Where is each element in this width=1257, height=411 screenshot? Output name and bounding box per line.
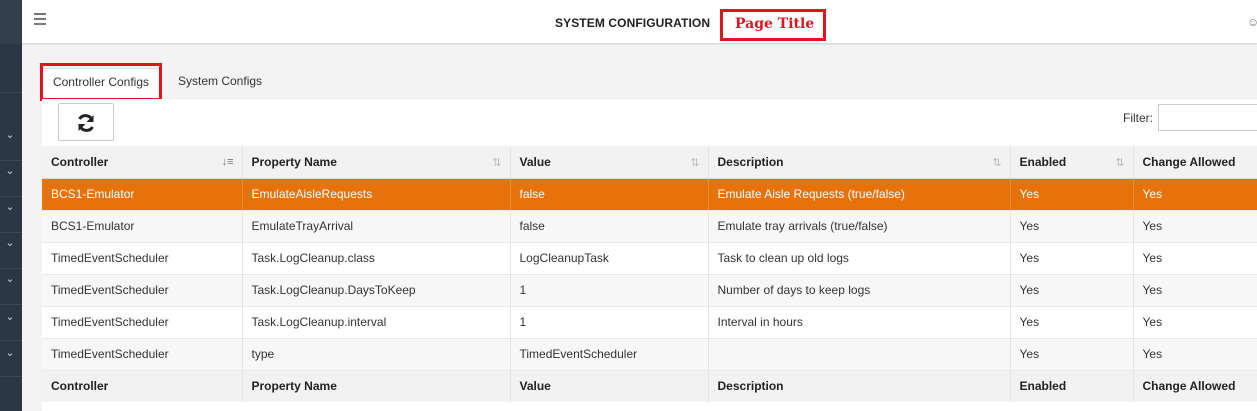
footer-controller: Controller [42, 369, 243, 402]
cell-value: false [510, 178, 709, 211]
table-header-row: Controller ↓≡ Property Name ⇅ Value ⇅ Descr… [42, 146, 1257, 179]
cell-enabled: Yes [1010, 242, 1134, 275]
chevron-down-icon[interactable]: ⌄ [3, 236, 17, 250]
footer-description: Description [708, 369, 1011, 402]
cell-value: false [510, 210, 709, 243]
sidebar-divider [0, 232, 22, 233]
sort-icon: ⇅ [690, 157, 700, 169]
cell-change-allowed: Yes [1133, 274, 1257, 307]
sidebar-divider [0, 304, 22, 305]
footer-property-name: Property Name [242, 369, 511, 402]
cell-controller: BCS1-Emulator [42, 210, 243, 243]
sort-icon: ⇅ [992, 157, 1002, 169]
sidebar-divider [0, 92, 22, 93]
sidebar-divider [0, 340, 22, 341]
footer-enabled: Enabled [1010, 369, 1134, 402]
cell-enabled: Yes [1010, 274, 1134, 307]
user-icon[interactable]: ☺ [1247, 15, 1257, 27]
cell-change-allowed: Yes [1133, 178, 1257, 211]
cell-description [708, 338, 1011, 371]
sidebar-top [0, 0, 22, 44]
cell-controller: TimedEventScheduler [42, 274, 243, 307]
cell-property-name: Task.LogCleanup.DaysToKeep [242, 274, 511, 307]
sort-icon: ⇅ [1115, 157, 1125, 169]
cell-controller: BCS1-Emulator [42, 178, 243, 211]
page-title-annotation: Page Title [720, 9, 826, 41]
cell-change-allowed: Yes [1133, 242, 1257, 275]
column-header-change-allowed[interactable]: Change Allowed [1133, 146, 1257, 179]
column-header-enabled[interactable]: Enabled ⇅ [1010, 146, 1134, 179]
footer-change-allowed: Change Allowed [1133, 369, 1257, 402]
chevron-down-icon[interactable]: ⌄ [3, 272, 17, 286]
cell-change-allowed: Yes [1133, 338, 1257, 371]
sidebar-divider [0, 376, 22, 377]
sidebar: ⌄ ⌄ ⌄ ⌄ ⌄ ⌄ ⌄ [0, 0, 22, 411]
column-header-value[interactable]: Value ⇅ [510, 146, 709, 179]
cell-enabled: Yes [1010, 306, 1134, 339]
config-table: Controller ↓≡ Property Name ⇅ Value ⇅ Descr… [42, 146, 1257, 402]
tab-system-configs[interactable]: System Configs [178, 68, 278, 100]
table-row[interactable]: TimedEventScheduler Task.LogCleanup.Days… [42, 274, 1257, 307]
cell-enabled: Yes [1010, 338, 1134, 371]
table-row[interactable]: BCS1-Emulator EmulateAisleRequests false… [42, 178, 1257, 211]
cell-property-name: EmulateTrayArrival [242, 210, 511, 243]
refresh-button[interactable] [58, 103, 114, 141]
cell-description: Number of days to keep logs [708, 274, 1011, 307]
top-header: SYSTEM CONFIGURATION ☺ [22, 0, 1257, 44]
cell-property-name: type [242, 338, 511, 371]
cell-property-name: Task.LogCleanup.interval [242, 306, 511, 339]
cell-controller: TimedEventScheduler [42, 306, 243, 339]
table-row[interactable]: TimedEventScheduler type TimedEventSched… [42, 338, 1257, 371]
cell-value: 1 [510, 306, 709, 339]
sort-asc-icon: ↓≡ [221, 156, 234, 168]
refresh-icon [78, 114, 94, 132]
cell-description: Interval in hours [708, 306, 1011, 339]
column-header-property-name[interactable]: Property Name ⇅ [242, 146, 511, 179]
cell-change-allowed: Yes [1133, 210, 1257, 243]
cell-controller: TimedEventScheduler [42, 242, 243, 275]
cell-enabled: Yes [1010, 178, 1134, 211]
config-panel: Filter: Controller ↓≡ Property Name ⇅ Valu… [42, 99, 1257, 411]
table-row[interactable]: BCS1-Emulator EmulateTrayArrival false E… [42, 210, 1257, 243]
footer-value: Value [510, 369, 709, 402]
hamburger-icon[interactable] [34, 13, 48, 27]
table-row[interactable]: TimedEventScheduler Task.LogCleanup.clas… [42, 242, 1257, 275]
cell-description: Emulate tray arrivals (true/false) [708, 210, 1011, 243]
column-header-description[interactable]: Description ⇅ [708, 146, 1011, 179]
cell-enabled: Yes [1010, 210, 1134, 243]
page-title: SYSTEM CONFIGURATION [555, 16, 711, 30]
cell-value: 1 [510, 274, 709, 307]
filter-input[interactable] [1158, 104, 1257, 131]
sidebar-divider [0, 268, 22, 269]
tab-annotation-box [40, 63, 162, 101]
chevron-down-icon[interactable]: ⌄ [3, 310, 17, 324]
filter-label: Filter: [1123, 111, 1153, 125]
cell-change-allowed: Yes [1133, 306, 1257, 339]
cell-controller: TimedEventScheduler [42, 338, 243, 371]
table-footer-row: Controller Property Name Value Descripti… [42, 369, 1257, 402]
chevron-down-icon[interactable]: ⌄ [3, 128, 17, 142]
cell-property-name: Task.LogCleanup.class [242, 242, 511, 275]
chevron-down-icon[interactable]: ⌄ [3, 200, 17, 214]
sort-icon: ⇅ [492, 157, 502, 169]
table-row[interactable]: TimedEventScheduler Task.LogCleanup.inte… [42, 306, 1257, 339]
cell-value: LogCleanupTask [510, 242, 709, 275]
chevron-down-icon[interactable]: ⌄ [3, 164, 17, 178]
cell-property-name: EmulateAisleRequests [242, 178, 511, 211]
cell-description: Emulate Aisle Requests (true/false) [708, 178, 1011, 211]
main-content: Controller Configs System Configs Filter… [22, 45, 1257, 411]
cell-description: Task to clean up old logs [708, 242, 1011, 275]
sidebar-divider [0, 196, 22, 197]
cell-value: TimedEventScheduler [510, 338, 709, 371]
column-header-controller[interactable]: Controller ↓≡ [42, 146, 243, 179]
chevron-down-icon[interactable]: ⌄ [3, 346, 17, 360]
sidebar-divider [0, 160, 22, 161]
